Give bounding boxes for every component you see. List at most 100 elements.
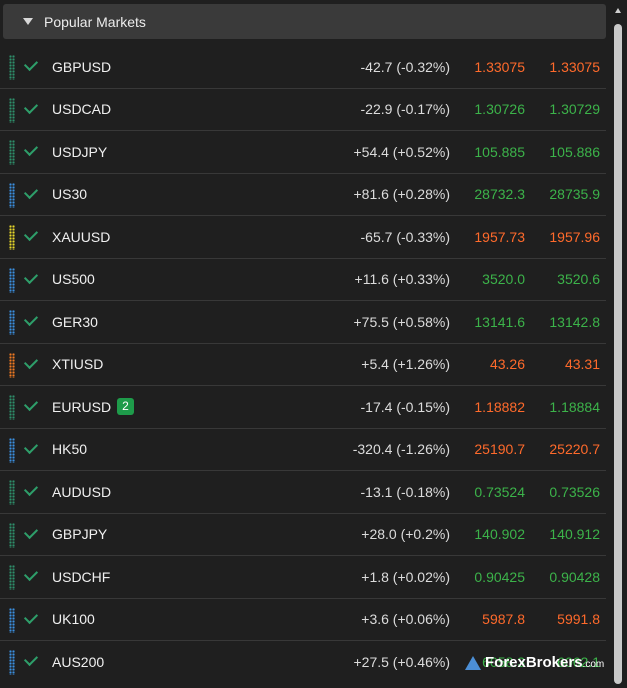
drag-handle-icon[interactable]	[9, 182, 15, 208]
checkmark-icon[interactable]	[23, 226, 39, 242]
bid-price-button[interactable]: 105.885	[474, 144, 525, 160]
bid-price-button[interactable]: 140.902	[474, 526, 525, 542]
bid-price-button[interactable]: 13141.6	[474, 314, 525, 330]
scrollbar-thumb[interactable]	[614, 24, 622, 684]
ask-price-button[interactable]: 3520.6	[557, 271, 600, 287]
ask-price-button[interactable]: 1957.96	[549, 229, 600, 245]
forexbrokers-logo-icon	[465, 655, 481, 670]
market-row-hk50[interactable]: HK50 -320.4 (-1.26%) 25190.7 25220.7	[0, 429, 606, 471]
checkmark-icon[interactable]	[23, 481, 39, 497]
bid-price-button[interactable]: 1.18882	[474, 399, 525, 415]
bid-price-button[interactable]: 0.73524	[474, 484, 525, 500]
ask-price-button[interactable]: 5991.8	[557, 611, 600, 627]
ask-price-button[interactable]: 0.90428	[549, 569, 600, 585]
panel-title: Popular Markets	[44, 13, 146, 30]
ask-price-button[interactable]: 13142.8	[549, 314, 600, 330]
popular-markets-header[interactable]: Popular Markets	[3, 4, 606, 39]
market-row-eurusd[interactable]: EURUSD 2 -17.4 (-0.15%) 1.18882 1.18884	[0, 386, 606, 429]
checkmark-icon[interactable]	[23, 396, 39, 412]
market-symbol[interactable]: EURUSD 2	[52, 398, 134, 416]
ask-price-button[interactable]: 25220.7	[549, 441, 600, 457]
checkmark-icon[interactable]	[23, 651, 39, 667]
price-change: -42.7 (-0.32%)	[360, 58, 450, 75]
market-symbol[interactable]: US30	[52, 186, 87, 202]
drag-handle-icon[interactable]	[9, 607, 15, 633]
ask-price-button[interactable]: 140.912	[549, 526, 600, 542]
market-symbol[interactable]: XAUUSD	[52, 229, 110, 245]
market-symbol[interactable]: UK100	[52, 611, 95, 627]
bid-price-button[interactable]: 25190.7	[474, 441, 525, 457]
bid-price-button[interactable]: 5987.8	[482, 611, 525, 627]
market-row-audusd[interactable]: AUDUSD -13.1 (-0.18%) 0.73524 0.73526	[0, 471, 606, 514]
drag-handle-icon[interactable]	[9, 395, 15, 420]
market-row-usdcad[interactable]: USDCAD -22.9 (-0.17%) 1.30726 1.30729	[0, 89, 606, 131]
drag-handle-icon[interactable]	[9, 97, 15, 123]
bid-price-button[interactable]: 0.90425	[474, 569, 525, 585]
market-symbol[interactable]: GBPJPY	[52, 526, 107, 542]
market-row-xauusd[interactable]: XAUUSD -65.7 (-0.33%) 1957.73 1957.96	[0, 216, 606, 259]
market-row-gbpusd[interactable]: GBPUSD -42.7 (-0.32%) 1.33075 1.33075	[0, 46, 606, 89]
ask-price-button[interactable]: 1.18884	[549, 399, 600, 415]
drag-handle-icon[interactable]	[9, 140, 15, 165]
position-count-badge: 2	[117, 398, 134, 416]
market-row-us30[interactable]: US30 +81.6 (+0.28%) 28732.3 28735.9	[0, 174, 606, 216]
ask-price-button[interactable]: 105.886	[549, 144, 600, 160]
checkmark-icon[interactable]	[23, 439, 39, 454]
checkmark-icon[interactable]	[23, 524, 39, 539]
ask-price-button[interactable]: 0.73526	[549, 484, 600, 500]
market-symbol[interactable]: GER30	[52, 314, 98, 330]
checkmark-icon[interactable]	[23, 141, 39, 157]
ask-price-button[interactable]: 1.30729	[549, 101, 600, 117]
market-row-us500[interactable]: US500 +11.6 (+0.33%) 3520.0 3520.6	[0, 259, 606, 301]
scroll-up-arrow-icon[interactable]	[615, 8, 621, 13]
drag-handle-icon[interactable]	[9, 437, 15, 463]
drag-handle-icon[interactable]	[9, 480, 15, 505]
drag-handle-icon[interactable]	[9, 225, 15, 250]
market-row-usdjpy[interactable]: USDJPY +54.4 (+0.52%) 105.885 105.886	[0, 131, 606, 174]
drag-handle-icon[interactable]	[9, 565, 15, 590]
market-symbol[interactable]: USDCAD	[52, 101, 111, 117]
drag-handle-icon[interactable]	[9, 522, 15, 548]
bid-price-button[interactable]: 1.30726	[474, 101, 525, 117]
market-row-xtiusd[interactable]: XTIUSD +5.4 (+1.26%) 43.26 43.31	[0, 344, 606, 386]
market-symbol[interactable]: USDCHF	[52, 569, 110, 585]
drag-handle-icon[interactable]	[9, 352, 15, 378]
market-symbol[interactable]: GBPUSD	[52, 59, 111, 75]
checkmark-icon[interactable]	[23, 609, 39, 624]
ask-price-button[interactable]: 43.31	[565, 356, 600, 372]
market-row-usdchf[interactable]: USDCHF +1.8 (+0.02%) 0.90425 0.90428	[0, 556, 606, 599]
bid-price-button[interactable]: 3520.0	[482, 271, 525, 287]
bid-price-button[interactable]: 43.26	[490, 356, 525, 372]
checkmark-icon[interactable]	[23, 354, 39, 369]
drag-handle-icon[interactable]	[9, 55, 15, 80]
symbol-label: US30	[52, 186, 88, 203]
checkmark-icon[interactable]	[23, 566, 39, 582]
checkmark-icon[interactable]	[23, 56, 39, 72]
market-row-gbpjpy[interactable]: GBPJPY +28.0 (+0.2%) 140.902 140.912	[0, 514, 606, 556]
market-symbol[interactable]: US500	[52, 271, 95, 287]
drag-handle-icon[interactable]	[9, 310, 15, 335]
checkmark-icon[interactable]	[23, 184, 39, 199]
market-row-uk100[interactable]: UK100 +3.6 (+0.06%) 5987.8 5991.8	[0, 599, 606, 641]
price-change: -22.9 (-0.17%)	[360, 101, 450, 118]
market-symbol[interactable]: XTIUSD	[52, 356, 103, 372]
drag-handle-icon[interactable]	[9, 650, 15, 675]
bid-price-button[interactable]: 1.33075	[474, 59, 525, 75]
ask-price-button[interactable]: 28735.9	[549, 186, 600, 202]
checkmark-icon[interactable]	[23, 311, 39, 327]
checkmark-icon[interactable]	[23, 99, 39, 114]
symbol-label: XTIUSD	[52, 356, 104, 373]
drag-handle-icon[interactable]	[9, 267, 15, 293]
market-symbol[interactable]: USDJPY	[52, 144, 107, 160]
market-symbol[interactable]: AUDUSD	[52, 484, 111, 500]
market-symbol[interactable]: HK50	[52, 441, 87, 457]
caret-down-icon[interactable]	[23, 18, 33, 25]
checkmark-icon[interactable]	[23, 269, 39, 284]
market-symbol[interactable]: AUS200	[52, 654, 104, 670]
bid-price-button[interactable]: 28732.3	[474, 186, 525, 202]
ask-price-button[interactable]: 1.33075	[549, 59, 600, 75]
bid-price-button[interactable]: 1957.73	[474, 229, 525, 245]
scrollbar[interactable]	[612, 4, 623, 688]
symbol-label: AUS200	[52, 654, 105, 671]
market-row-ger30[interactable]: GER30 +75.5 (+0.58%) 13141.6 13142.8	[0, 301, 606, 344]
